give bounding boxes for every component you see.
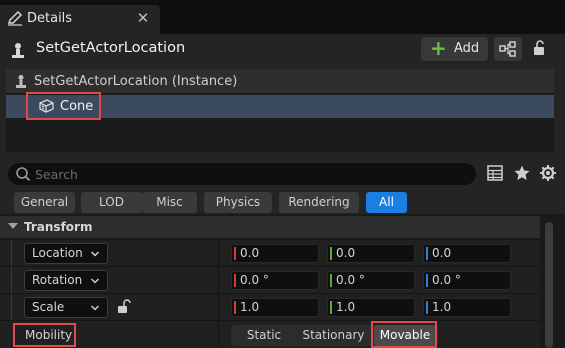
y-axis-marker bbox=[330, 301, 332, 314]
component-tree: SetGetActorLocation (Instance) Cone bbox=[0, 66, 565, 154]
z-axis-marker bbox=[426, 274, 428, 287]
movable-highlight bbox=[371, 321, 437, 348]
column-divider bbox=[218, 321, 219, 348]
tree-item-cone-label: Cone bbox=[60, 99, 94, 114]
tab-bar: Details ✕ bbox=[0, 0, 565, 34]
add-label: Add bbox=[454, 41, 480, 56]
location-z-value: 0.0 bbox=[432, 246, 452, 260]
add-component-button[interactable]: + Add bbox=[421, 37, 488, 61]
x-axis-marker bbox=[234, 247, 236, 260]
close-icon[interactable]: ✕ bbox=[135, 10, 151, 26]
tree-guide bbox=[11, 240, 12, 267]
rotation-z-field[interactable]: 0.0 ° bbox=[423, 271, 511, 290]
rotation-y-value: 0.0 ° bbox=[336, 273, 365, 287]
column-divider bbox=[218, 294, 219, 321]
location-x-value: 0.0 bbox=[240, 246, 260, 260]
actor-icon bbox=[12, 43, 24, 58]
location-dropdown[interactable]: Location bbox=[24, 243, 108, 264]
actor-icon bbox=[16, 75, 26, 88]
tree-guide bbox=[11, 267, 12, 294]
rotation-x-field[interactable]: 0.0 ° bbox=[231, 271, 319, 290]
z-axis-marker bbox=[426, 247, 428, 260]
chevron-down-icon bbox=[91, 278, 99, 284]
filter-all[interactable]: All bbox=[366, 192, 407, 213]
static-mesh-icon bbox=[39, 99, 54, 113]
lock-icon[interactable] bbox=[532, 39, 548, 57]
mobility-highlight: Mobility bbox=[13, 323, 76, 347]
x-axis-marker bbox=[234, 274, 236, 287]
location-z-field[interactable]: 0.0 bbox=[423, 244, 511, 263]
scale-y-value: 1.0 bbox=[336, 300, 356, 314]
z-axis-marker bbox=[426, 301, 428, 314]
tree-item-instance-label: SetGetActorLocation (Instance) bbox=[34, 74, 238, 89]
pencil-icon bbox=[7, 10, 23, 26]
blueprint-icon bbox=[499, 41, 516, 57]
location-label: Location bbox=[32, 246, 83, 260]
chevron-down-icon bbox=[91, 251, 99, 257]
scale-z-field[interactable]: 1.0 bbox=[423, 298, 511, 317]
chevron-down-icon bbox=[8, 223, 18, 229]
rotation-dropdown[interactable]: Rotation bbox=[24, 270, 108, 291]
details-header: SetGetActorLocation + Add bbox=[0, 34, 565, 66]
location-row: Location 0.0 0.0 0.0 bbox=[0, 239, 540, 267]
location-x-field[interactable]: 0.0 bbox=[231, 244, 319, 263]
gear-icon[interactable] bbox=[539, 164, 557, 182]
rotation-y-field[interactable]: 0.0 ° bbox=[327, 271, 415, 290]
rotation-z-value: 0.0 ° bbox=[432, 273, 461, 287]
mobility-stationary[interactable]: Stationary bbox=[297, 325, 370, 346]
column-divider bbox=[218, 240, 219, 267]
scrollbar[interactable] bbox=[545, 222, 553, 348]
tree-item-instance[interactable]: SetGetActorLocation (Instance) bbox=[6, 69, 554, 93]
tree-item-cone[interactable]: Cone bbox=[6, 92, 554, 120]
y-axis-marker bbox=[330, 274, 332, 287]
table-view-icon[interactable] bbox=[486, 164, 504, 182]
scale-x-field[interactable]: 1.0 bbox=[231, 298, 319, 317]
scale-x-value: 1.0 bbox=[240, 300, 260, 314]
cone-highlight: Cone bbox=[26, 92, 101, 120]
actor-name: SetGetActorLocation bbox=[36, 40, 186, 56]
tree-guide bbox=[11, 294, 12, 321]
filter-misc[interactable]: Misc bbox=[142, 192, 197, 213]
filter-lod[interactable]: LOD bbox=[81, 192, 142, 213]
blueprint-button[interactable] bbox=[494, 37, 522, 61]
component-tree-panel: SetGetActorLocation (Instance) Cone bbox=[6, 69, 554, 152]
unlock-icon[interactable] bbox=[117, 299, 131, 315]
search-icon bbox=[16, 167, 31, 182]
x-axis-marker bbox=[234, 301, 236, 314]
location-y-field[interactable]: 0.0 bbox=[327, 244, 415, 263]
rotation-row: Rotation 0.0 ° 0.0 ° 0.0 ° bbox=[0, 266, 540, 294]
tab-label: Details bbox=[27, 11, 73, 26]
filter-general[interactable]: General bbox=[14, 192, 75, 213]
mobility-static[interactable]: Static bbox=[231, 325, 297, 346]
scale-row: Scale 1.0 1.0 1.0 bbox=[0, 293, 540, 321]
filter-physics[interactable]: Physics bbox=[204, 192, 272, 213]
scale-y-field[interactable]: 1.0 bbox=[327, 298, 415, 317]
search-box[interactable] bbox=[8, 163, 476, 185]
star-icon[interactable] bbox=[513, 164, 531, 182]
search-input[interactable] bbox=[35, 165, 465, 183]
transform-title: Transform bbox=[24, 220, 93, 234]
transform-header[interactable]: Transform bbox=[0, 216, 540, 238]
filter-rendering[interactable]: Rendering bbox=[279, 192, 359, 213]
chevron-down-icon bbox=[91, 305, 99, 311]
search-row bbox=[0, 154, 565, 192]
rotation-x-value: 0.0 ° bbox=[240, 273, 269, 287]
category-filters: General LOD Misc Physics Rendering All bbox=[0, 192, 565, 214]
scale-dropdown[interactable]: Scale bbox=[24, 297, 108, 318]
column-divider bbox=[218, 267, 219, 294]
plus-icon: + bbox=[430, 36, 447, 60]
mobility-label: Mobility bbox=[25, 328, 73, 342]
tab-details[interactable]: Details ✕ bbox=[0, 5, 160, 34]
mobility-row: Mobility Static Stationary Movable bbox=[0, 320, 540, 348]
y-axis-marker bbox=[330, 247, 332, 260]
scale-z-value: 1.0 bbox=[432, 300, 452, 314]
rotation-label: Rotation bbox=[32, 273, 83, 287]
transform-section: Transform Location 0.0 0.0 0.0 Rotation bbox=[0, 214, 565, 348]
scale-label: Scale bbox=[32, 300, 65, 314]
location-y-value: 0.0 bbox=[336, 246, 356, 260]
